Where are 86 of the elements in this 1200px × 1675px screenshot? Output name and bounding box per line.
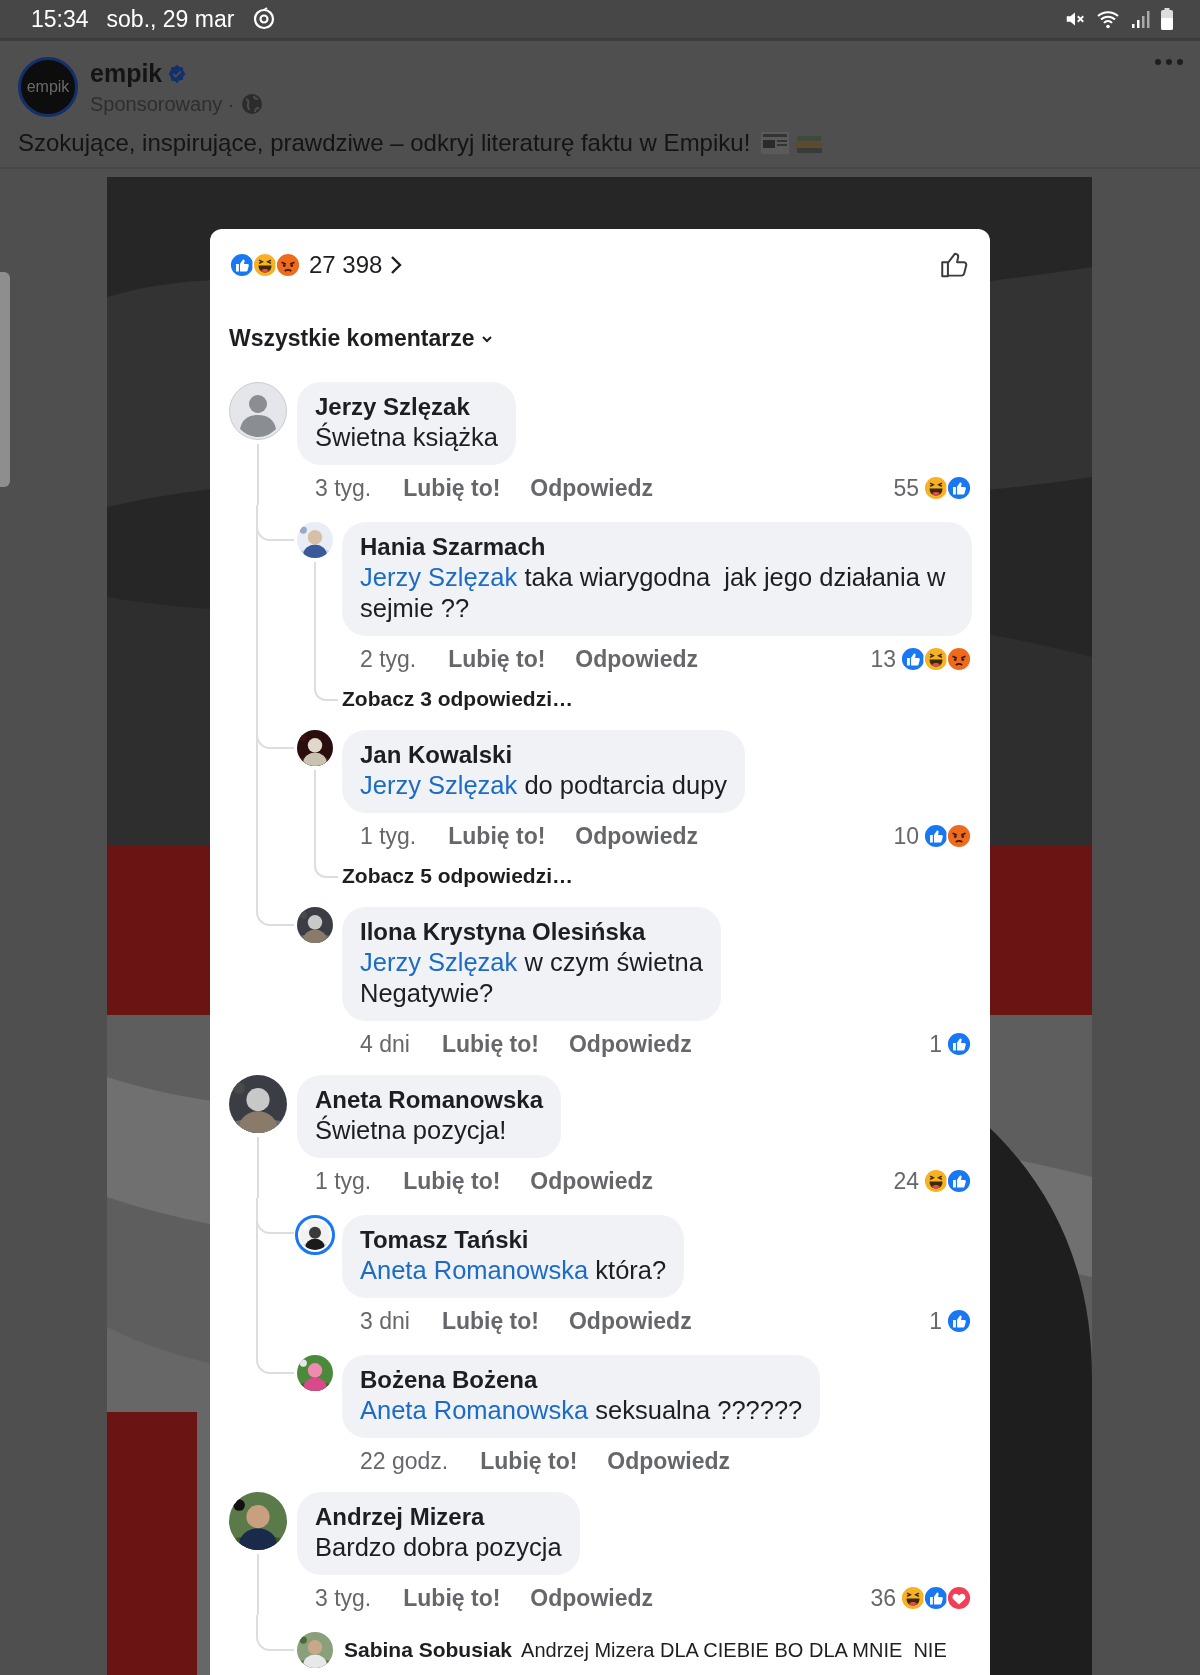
commenter-name[interactable]: Hania Szarmach [360, 532, 954, 562]
thumbs-up-icon [923, 1585, 949, 1611]
like-link[interactable]: Lubię to! [403, 1584, 501, 1612]
thumbs-up-icon [946, 1308, 972, 1334]
wifi-icon [1096, 8, 1120, 30]
thumbs-up-icon [946, 1168, 972, 1194]
reply-link[interactable]: Odpowiedz [568, 1030, 692, 1058]
comment-text: Jerzy Szlęzak taka wiarygodna jak jego działania w sejmie ?? [360, 562, 947, 624]
reply-link[interactable]: Odpowiedz [568, 1307, 692, 1335]
like-link[interactable]: Lubię to! [441, 1030, 539, 1058]
angry-face-icon [946, 646, 972, 672]
reply-link[interactable]: Odpowiedz [530, 1167, 654, 1195]
mention-link[interactable]: Aneta Romanowska [360, 1256, 589, 1284]
reaction-count[interactable]: 1 [929, 1030, 942, 1058]
signal-icon [1130, 8, 1150, 30]
commenter-name[interactable]: Tomasz Tański [360, 1225, 667, 1255]
thumbs-up-icon [923, 823, 949, 849]
thumbs-up-icon [946, 475, 972, 501]
status-time: 15:34 [31, 5, 89, 33]
laughing-face-icon [923, 646, 949, 672]
view-replies-link[interactable]: Zobacz 5 odpowiedzi… [342, 864, 573, 887]
mention-link[interactable]: Jerzy Szlęzak [360, 563, 518, 591]
reaction-count[interactable]: 24 [893, 1167, 919, 1195]
reply-link[interactable]: Odpowiedz [530, 1584, 654, 1612]
thumbs-up-icon [946, 1031, 972, 1057]
thumbs-up-icon [900, 646, 926, 672]
commenter-name[interactable]: Jerzy Szlęzak [315, 392, 498, 422]
like-link[interactable]: Lubię to! [441, 1307, 539, 1335]
brand-logo[interactable]: empik [18, 57, 78, 117]
laughing-face-icon [252, 252, 278, 278]
reply-link[interactable]: Odpowiedz [575, 822, 699, 850]
comment-text: Aneta Romanowska która? [360, 1255, 667, 1286]
angry-face-icon [946, 823, 972, 849]
commenter-name[interactable]: Ilona Krystyna Olesińska [360, 917, 703, 947]
edge-handle[interactable] [0, 272, 10, 487]
comment-time: 1 tyg. [360, 822, 417, 850]
comment-time: 1 tyg. [315, 1167, 372, 1195]
comment-text: Aneta Romanowska seksualna ?????? [360, 1395, 803, 1426]
like-link[interactable]: Lubię to! [403, 474, 501, 502]
reaction-count[interactable]: 1 [929, 1307, 942, 1335]
comment-text: Świetna pozycja! [315, 1115, 508, 1146]
sync-icon [252, 7, 277, 31]
status-date: sob., 29 mar [106, 5, 235, 33]
laughing-face-icon [923, 475, 949, 501]
view-replies-link[interactable]: Zobacz 3 odpowiedzi… [342, 687, 573, 710]
reply-link[interactable]: Odpowiedz [530, 474, 654, 502]
reply-link[interactable]: Odpowiedz [607, 1447, 730, 1475]
comment-time: 3 dni [360, 1307, 410, 1335]
commenter-name[interactable]: Aneta Romanowska [315, 1085, 544, 1115]
laughing-face-icon [923, 1168, 949, 1194]
comment-time: 22 godz. [360, 1447, 449, 1475]
laughing-face-icon [900, 1585, 926, 1611]
like-link[interactable]: Lubię to! [448, 645, 546, 673]
reaction-count[interactable]: 10 [893, 822, 919, 850]
mention-link[interactable]: Jerzy Szlęzak [360, 948, 518, 976]
commenter-name[interactable]: Andrzej Mizera [315, 1502, 562, 1532]
comment-time: 3 tyg. [315, 474, 372, 502]
reaction-count[interactable]: 55 [893, 474, 919, 502]
reaction-count[interactable]: 36 [870, 1584, 896, 1612]
comment-time: 3 tyg. [315, 1584, 372, 1612]
thumbs-up-icon [229, 252, 255, 278]
newspaper-icon [760, 130, 791, 156]
commenter-name[interactable]: Bożena Bożena [360, 1365, 803, 1395]
angry-face-icon [275, 252, 301, 278]
comment-time: 2 tyg. [360, 645, 417, 673]
battery-icon [1160, 7, 1174, 31]
like-link[interactable]: Lubię to! [403, 1167, 501, 1195]
commenter-name[interactable]: Jan Kowalski [360, 740, 728, 770]
like-link[interactable]: Lubię to! [480, 1447, 578, 1475]
comment-time: 4 dni [360, 1030, 410, 1058]
like-link[interactable]: Lubię to! [448, 822, 546, 850]
reaction-total[interactable]: 27 398 [309, 251, 383, 279]
commenter-name[interactable]: Sabina Sobusiak [344, 1638, 513, 1662]
comment-text: Andrzej Mizera DLA CIEBIE BO DLA MNIE NIE [521, 1638, 947, 1662]
default-avatar-icon[interactable] [229, 382, 287, 440]
mention-link[interactable]: Aneta Romanowska [360, 1396, 589, 1424]
reply-link[interactable]: Odpowiedz [575, 645, 699, 673]
reaction-count[interactable]: 13 [870, 645, 896, 673]
globe-icon [239, 92, 264, 116]
comment-text: Jerzy Szlęzak do podtarcia dupy [360, 770, 728, 801]
mention-link[interactable]: Jerzy Szlęzak [360, 771, 518, 799]
comment-text: Jerzy Szlęzak w czym świetna Negatywie? [360, 947, 703, 1009]
comment-text: Bardzo dobra pozycja [315, 1532, 562, 1563]
post-caption: Szokujące, inspirujące, prawdziwe – odkryj literaturę faktu w Empiku! [18, 129, 751, 157]
comment-filter-dropdown[interactable]: Wszystkie komentarze [229, 325, 495, 352]
comment-text: Świetna książka [315, 422, 498, 453]
